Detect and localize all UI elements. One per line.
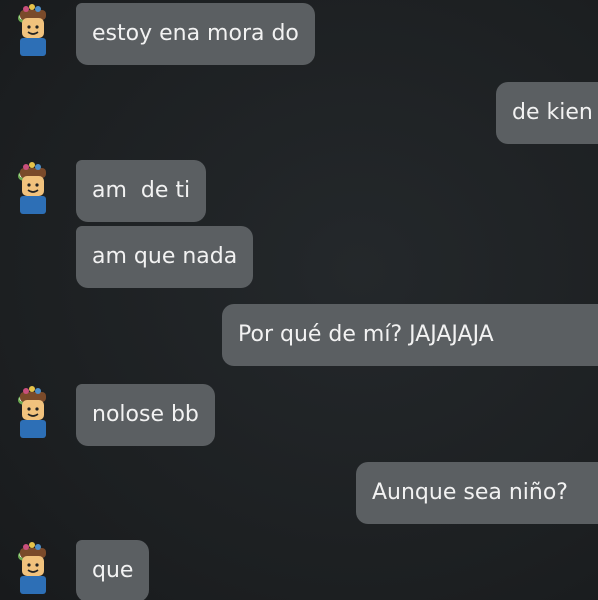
contact-avatar-icon[interactable] [4, 160, 60, 220]
message-text: Por qué de mí? JAJAJAJA [238, 322, 494, 347]
message-text: que [92, 558, 134, 583]
contact-avatar-icon[interactable] [4, 384, 60, 444]
message-bubble-sent[interactable]: de kien [496, 82, 598, 144]
message-text: nolose bb [92, 402, 199, 427]
message-text: de kien [512, 100, 593, 125]
message-bubble-sent[interactable]: Por qué de mí? JAJAJAJA [222, 304, 598, 366]
message-bubble-received[interactable]: nolose bb [76, 384, 215, 446]
message-text: Aunque sea niño? [372, 480, 568, 505]
message-bubble-received[interactable]: am de ti [76, 160, 207, 222]
chat-thread: estoy ena mora do de kien am de ti am qu… [0, 0, 598, 600]
message-text: am de ti [92, 178, 191, 203]
message-bubble-sent[interactable]: Aunque sea niño? [356, 462, 598, 524]
message-bubble-received[interactable]: que [76, 540, 150, 600]
contact-avatar-icon[interactable] [4, 540, 60, 600]
message-bubble-received[interactable]: estoy ena mora do [76, 3, 315, 65]
contact-avatar-icon[interactable] [4, 2, 60, 62]
message-bubble-received[interactable]: am que nada [76, 226, 254, 288]
message-text: estoy ena mora do [92, 21, 299, 46]
message-text: am que nada [92, 244, 238, 269]
